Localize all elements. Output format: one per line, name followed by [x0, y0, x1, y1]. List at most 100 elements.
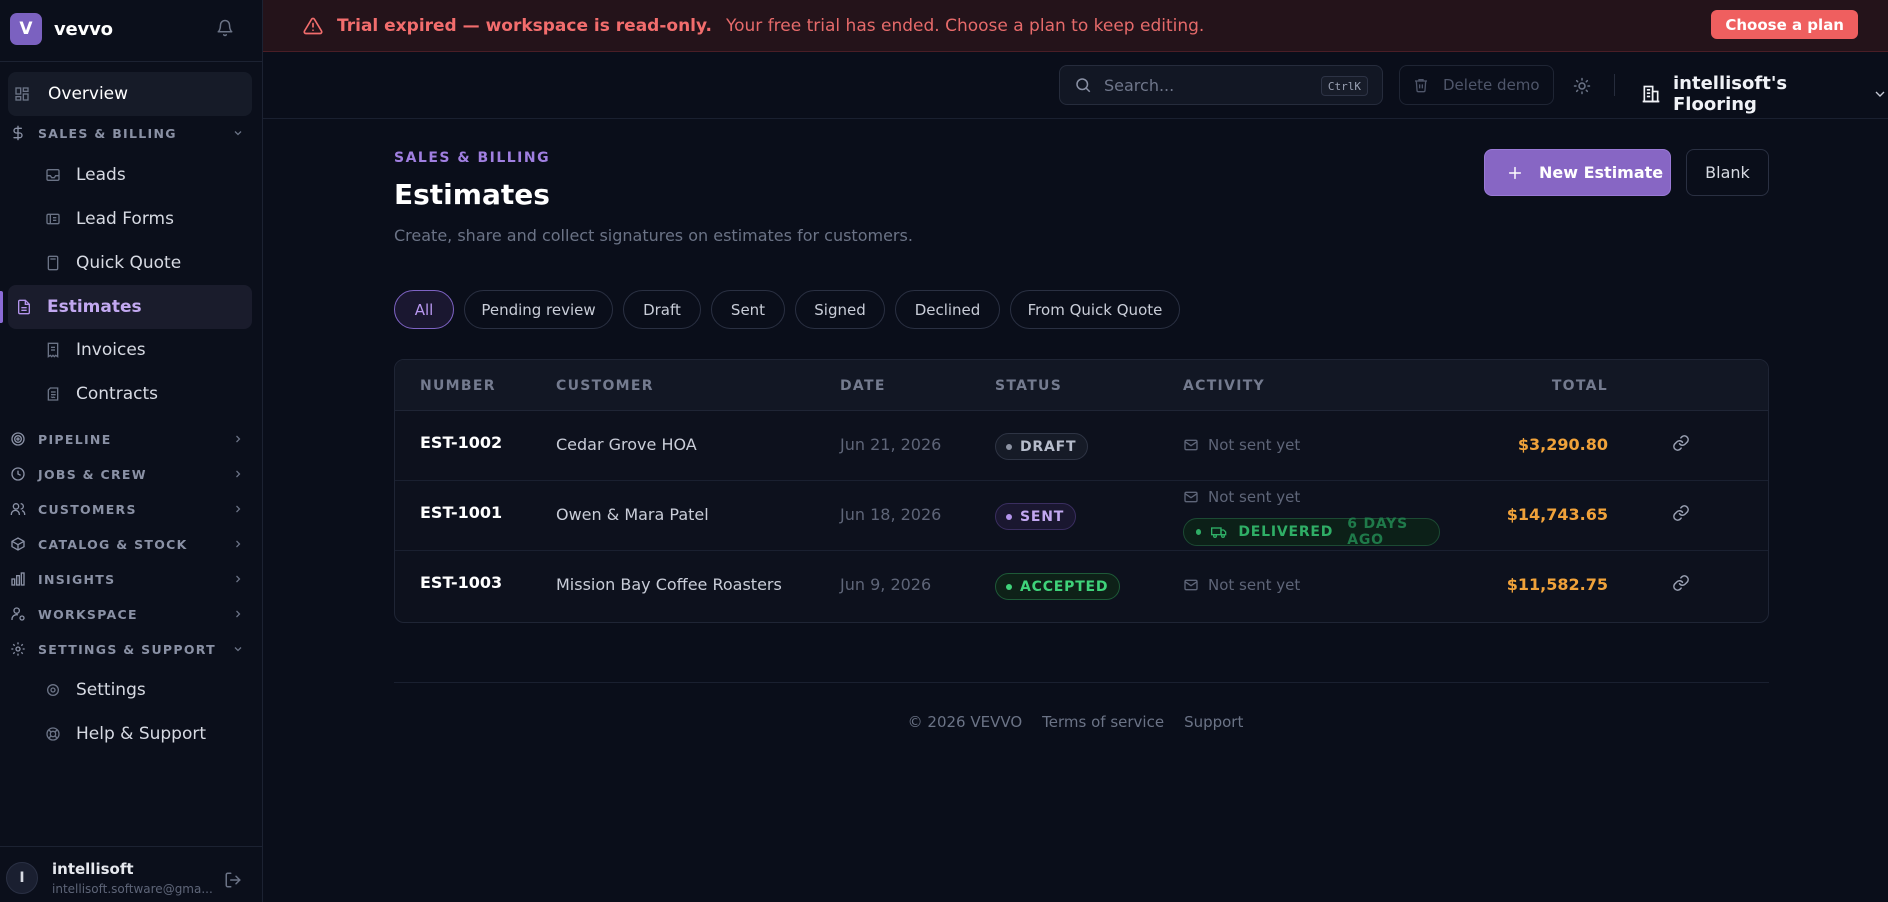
table-header: NUMBER CUSTOMER DATE STATUS ACTIVITY TOT… — [395, 360, 1768, 411]
sidebar-item-leads[interactable]: Leads — [8, 153, 252, 197]
table-row[interactable]: EST-1002 Cedar Grove HOA Jun 21, 2026 DR… — [395, 411, 1768, 481]
choose-plan-button[interactable]: Choose a plan — [1711, 10, 1858, 39]
blank-button[interactable]: Blank — [1686, 149, 1769, 196]
org-switcher[interactable]: intellisoft's Flooring — [1641, 73, 1888, 115]
delivered-ago: 6 DAYS AGO — [1347, 516, 1408, 548]
bar-chart-icon — [10, 571, 26, 587]
estimate-number[interactable]: EST-1001 — [420, 503, 502, 522]
sidebar-item-label: Leads — [76, 165, 126, 185]
status-label: DRAFT — [1020, 438, 1077, 455]
column-header[interactable]: TOTAL — [1552, 378, 1608, 394]
filter-declined[interactable]: Declined — [895, 290, 1000, 329]
search-input[interactable]: Search... CtrlK — [1059, 65, 1383, 105]
support-link[interactable]: Support — [1184, 713, 1243, 731]
activity: Not sent yet — [1183, 576, 1300, 594]
sidebar-item-lead-forms[interactable]: Lead Forms — [8, 197, 252, 241]
estimate-number[interactable]: EST-1003 — [420, 573, 502, 592]
top-bar: Search... CtrlK Delete demo intellisoft'… — [263, 53, 1888, 119]
estimate-date: Jun 18, 2026 — [840, 505, 942, 524]
estimate-total: $3,290.80 — [1517, 435, 1608, 454]
sidebar-item-contracts[interactable]: Contracts — [8, 372, 252, 416]
section-settings-support[interactable]: SETTINGS & SUPPORT — [10, 635, 254, 663]
column-header[interactable]: STATUS — [995, 378, 1062, 394]
section-label: JOBS & CREW — [38, 466, 147, 482]
sidebar-item-estimates[interactable]: Estimates — [8, 285, 252, 329]
status-dot — [1006, 513, 1012, 520]
bell-icon[interactable] — [216, 19, 234, 37]
sidebar: V vevvo Overview SALES & BILLING Leads L… — [0, 0, 263, 902]
banner-title: Trial expired — workspace is read-only. — [337, 15, 712, 36]
section-insights[interactable]: INSIGHTS — [10, 565, 254, 593]
form-icon — [45, 211, 61, 227]
trial-banner: Trial expired — workspace is read-only. … — [263, 0, 1888, 52]
warning-icon — [303, 16, 323, 36]
activity: Not sent yet — [1183, 488, 1300, 506]
sidebar-item-overview[interactable]: Overview — [8, 72, 252, 116]
terms-link[interactable]: Terms of service — [1042, 713, 1164, 731]
section-label: PIPELINE — [38, 431, 112, 447]
contract-icon — [45, 386, 61, 402]
estimate-number[interactable]: EST-1002 — [420, 433, 502, 452]
chevron-right-icon — [232, 608, 244, 620]
sidebar-item-label: Estimates — [47, 297, 142, 317]
filter-draft[interactable]: Draft — [623, 290, 701, 329]
sidebar-item-quick-quote[interactable]: Quick Quote — [8, 241, 252, 285]
receipt-icon — [45, 342, 61, 358]
filter-from-quick-quote[interactable]: From Quick Quote — [1010, 290, 1180, 329]
table-row[interactable]: EST-1003 Mission Bay Coffee Roasters Jun… — [395, 551, 1768, 621]
avatar[interactable]: I — [6, 862, 38, 894]
section-customers[interactable]: CUSTOMERS — [10, 495, 254, 523]
table-row[interactable]: EST-1001 Owen & Mara Patel Jun 18, 2026 … — [395, 481, 1768, 551]
link-icon[interactable] — [1672, 574, 1690, 592]
status-label: SENT — [1020, 508, 1065, 525]
status-badge: SENT — [995, 503, 1077, 530]
section-jobs-crew[interactable]: JOBS & CREW — [10, 460, 254, 488]
grid-icon — [14, 86, 32, 102]
delete-demo-button[interactable]: Delete demo — [1399, 65, 1554, 105]
section-label: SETTINGS & SUPPORT — [38, 641, 216, 657]
divider — [394, 682, 1769, 683]
section-catalog-stock[interactable]: CATALOG & STOCK — [10, 530, 254, 558]
gear-icon — [10, 641, 26, 657]
sun-icon[interactable] — [1573, 77, 1591, 95]
footer: © 2026 VEVVO Terms of service Support — [0, 713, 1888, 731]
section-label: CATALOG & STOCK — [38, 536, 188, 552]
estimate-total: $14,743.65 — [1506, 505, 1608, 524]
sidebar-item-settings[interactable]: Settings — [8, 668, 252, 712]
filter-pending-review[interactable]: Pending review — [464, 290, 613, 329]
link-icon[interactable] — [1672, 504, 1690, 522]
filter-sent[interactable]: Sent — [711, 290, 785, 329]
section-workspace[interactable]: WORKSPACE — [10, 600, 254, 628]
trash-icon — [1413, 77, 1429, 93]
brand[interactable]: V vevvo — [10, 13, 113, 45]
customer-name: Mission Bay Coffee Roasters — [556, 575, 782, 594]
user-email: intellisoft.software@gma... — [52, 882, 213, 896]
logout-icon[interactable] — [224, 871, 242, 889]
estimates-table: NUMBER CUSTOMER DATE STATUS ACTIVITY TOT… — [394, 359, 1769, 623]
new-estimate-button[interactable]: New Estimate — [1484, 149, 1671, 196]
filter-signed[interactable]: Signed — [795, 290, 885, 329]
divider — [0, 61, 263, 62]
divider — [1614, 74, 1615, 96]
link-icon[interactable] — [1672, 434, 1690, 452]
chevron-right-icon — [232, 573, 244, 585]
column-header[interactable]: DATE — [840, 378, 886, 394]
filter-all[interactable]: All — [394, 290, 454, 329]
section-label: CUSTOMERS — [38, 501, 137, 517]
sidebar-item-label: Overview — [48, 84, 129, 104]
divider — [0, 846, 263, 847]
section-pipeline[interactable]: PIPELINE — [10, 425, 254, 453]
schedule-icon — [10, 466, 26, 482]
sidebar-item-invoices[interactable]: Invoices — [8, 328, 252, 372]
column-header[interactable]: ACTIVITY — [1183, 378, 1265, 394]
section-sales-billing[interactable]: SALES & BILLING — [10, 119, 254, 147]
activity-text: Not sent yet — [1208, 436, 1301, 454]
chevron-right-icon — [232, 538, 244, 550]
estimate-date: Jun 21, 2026 — [840, 435, 942, 454]
column-header[interactable]: NUMBER — [420, 378, 496, 394]
status-label: ACCEPTED — [1020, 578, 1109, 595]
customer-name: Owen & Mara Patel — [556, 505, 709, 524]
section-label: WORKSPACE — [38, 606, 138, 622]
column-header[interactable]: CUSTOMER — [556, 378, 654, 394]
page-kicker: SALES & BILLING — [394, 150, 551, 166]
